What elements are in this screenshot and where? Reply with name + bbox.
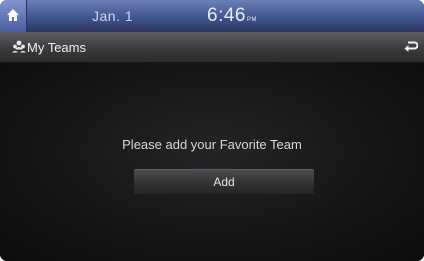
home-icon xyxy=(7,9,19,21)
status-bar: Jan. 1 6:46PM xyxy=(0,0,424,32)
back-button[interactable] xyxy=(404,40,419,58)
content-area: Please add your Favorite Team Add xyxy=(0,63,424,261)
page-title: My Teams xyxy=(27,40,86,55)
head-unit-screen: Jan. 1 6:46PM My Teams Please add your F… xyxy=(0,0,424,261)
clock-display: 6:46PM xyxy=(207,5,257,27)
date-display: Jan. 1 xyxy=(92,8,134,24)
add-team-button[interactable]: Add xyxy=(134,169,314,194)
title-bar: My Teams xyxy=(0,32,424,63)
back-arrow-icon xyxy=(404,41,419,52)
home-button[interactable] xyxy=(0,0,27,32)
empty-state-message: Please add your Favorite Team xyxy=(122,137,302,152)
clock-ampm: PM xyxy=(246,17,257,23)
team-people-icon xyxy=(12,40,26,53)
clock-time: 6:46 xyxy=(207,5,246,26)
